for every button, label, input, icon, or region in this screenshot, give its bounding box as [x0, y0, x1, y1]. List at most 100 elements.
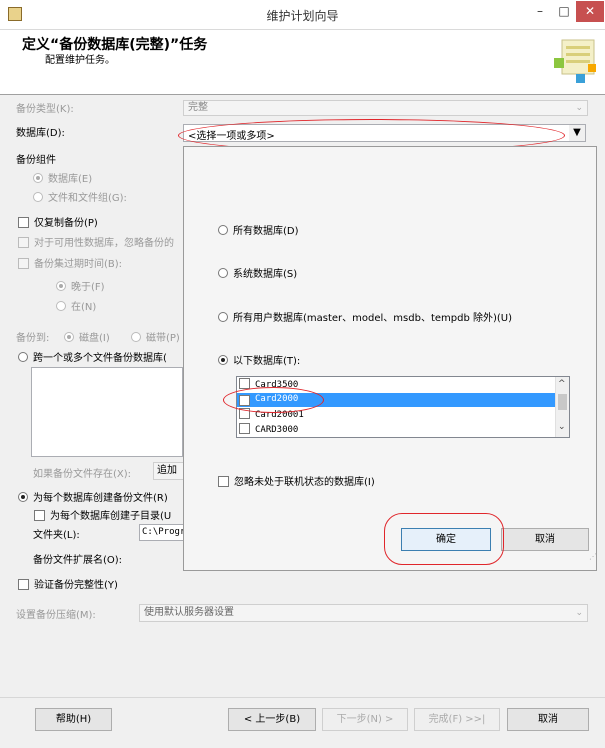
component-database-option[interactable]: 数据库(E): [33, 170, 92, 185]
scroll-thumb[interactable]: [558, 394, 567, 410]
wizard-banner-icon: [554, 39, 596, 83]
radio-icon: [33, 173, 43, 183]
back-button[interactable]: < 上一步(B): [228, 708, 316, 731]
component-files-label: 文件和文件组(G):: [48, 193, 127, 204]
window-title: 维护计划向导: [266, 9, 339, 23]
backup-to-label: 备份到:: [16, 333, 50, 344]
radio-icon: [218, 225, 228, 235]
list-item[interactable]: CARD3000: [237, 423, 555, 437]
copy-only-checkbox[interactable]: 仅复制备份(P): [18, 214, 98, 229]
radio-icon: [218, 355, 228, 365]
highlight-rounded-rect: [384, 513, 504, 565]
verify-checkbox[interactable]: 验证备份完整性(Y): [18, 576, 118, 591]
on-label: 在(N): [71, 302, 97, 313]
chevron-down-icon: ⌄: [575, 608, 583, 618]
title-bar: 维护计划向导 – □ ✕: [0, 0, 605, 30]
radio-icon: [218, 312, 228, 322]
highlight-oval: [223, 387, 324, 413]
if-exists-value: 追加: [157, 465, 177, 476]
on-option[interactable]: 在(N): [56, 298, 96, 313]
next-button[interactable]: 下一步(N) >: [322, 708, 408, 731]
folder-label: 文件夹(L):: [33, 530, 80, 541]
wizard-footer: 帮助(H) < 上一步(B) 下一步(N) > 完成(F) >>| 取消: [0, 697, 605, 748]
dropdown-arrow-icon[interactable]: ▼: [569, 125, 585, 141]
component-database-label: 数据库(E): [48, 174, 93, 185]
radio-icon: [56, 301, 66, 311]
expire-label: 备份集过期时间(B):: [34, 259, 123, 270]
checkbox-icon: [18, 579, 29, 590]
radio-icon: [131, 332, 141, 342]
ignore-offline-checkbox[interactable]: 忽略未处于联机状态的数据库(I): [218, 473, 375, 488]
chevron-down-icon[interactable]: ⌄: [558, 422, 566, 432]
per-db-subdir-checkbox[interactable]: 为每个数据库创建子目录(U: [34, 507, 171, 522]
checkbox-icon: [218, 476, 229, 487]
checkbox-icon: [18, 258, 29, 269]
verify-label: 验证备份完整性(Y): [34, 580, 118, 591]
tape-option[interactable]: 磁带(P): [131, 329, 180, 344]
after-option[interactable]: 晚于(F): [56, 278, 105, 293]
option-all-databases[interactable]: 所有数据库(D): [218, 222, 299, 237]
database-label: 数据库(D):: [16, 128, 65, 139]
compression-label: 设置备份压缩(M):: [16, 610, 96, 621]
option-these-databases[interactable]: 以下数据库(T):: [218, 352, 300, 367]
checkbox-icon: [18, 237, 29, 248]
checkbox-icon[interactable]: [239, 423, 250, 434]
compression-value: 使用默认服务器设置: [144, 607, 234, 618]
option-all-label: 所有数据库(D): [233, 226, 299, 237]
disk-label: 磁盘(I): [79, 333, 110, 344]
checkbox-icon: [18, 217, 29, 228]
backup-type-value: 完整: [188, 102, 208, 113]
minimize-button[interactable]: –: [528, 1, 552, 22]
backup-type-dropdown[interactable]: 完整 ⌄: [183, 100, 588, 116]
maximize-button[interactable]: □: [552, 1, 576, 22]
option-system-label: 系统数据库(S): [233, 269, 298, 280]
main-scrollbar[interactable]: [597, 96, 605, 696]
across-files-label: 跨一个或多个文件备份数据库(: [33, 353, 167, 364]
radio-icon: [64, 332, 74, 342]
radio-icon: [33, 192, 43, 202]
radio-icon: [18, 492, 28, 502]
close-button[interactable]: ✕: [576, 1, 604, 22]
wizard-header: 定义“备份数据库(完整)”任务 配置维护任务。: [0, 30, 605, 95]
folder-input[interactable]: C:\Progr: [139, 524, 186, 541]
per-db-file-label: 为每个数据库创建备份文件(R): [33, 493, 168, 504]
if-exists-dropdown[interactable]: 追加: [153, 462, 183, 480]
checkbox-icon: [34, 510, 45, 521]
popup-cancel-button[interactable]: 取消: [501, 528, 589, 551]
radio-icon: [56, 281, 66, 291]
ignore-offline-label: 忽略未处于联机状态的数据库(I): [234, 477, 375, 488]
page-subtitle: 配置维护任务。: [45, 55, 115, 66]
help-button[interactable]: 帮助(H): [35, 708, 112, 731]
list-item-label: CARD3000: [255, 425, 299, 435]
extension-label: 备份文件扩展名(O):: [33, 555, 123, 566]
list-scrollbar[interactable]: ^ ⌄: [555, 377, 569, 437]
radio-icon: [218, 268, 228, 278]
checkbox-icon[interactable]: [239, 378, 250, 389]
availability-db-checkbox[interactable]: 对于可用性数据库，忽略备份的: [18, 234, 174, 249]
across-files-option[interactable]: 跨一个或多个文件备份数据库(: [18, 349, 167, 364]
expire-checkbox[interactable]: 备份集过期时间(B):: [18, 255, 122, 270]
option-user-databases[interactable]: 所有用户数据库(master、model、msdb、tempdb 除外)(U): [218, 309, 512, 324]
cancel-button[interactable]: 取消: [507, 708, 589, 731]
component-files-option[interactable]: 文件和文件组(G):: [33, 189, 127, 204]
radio-icon: [18, 352, 28, 362]
compression-dropdown[interactable]: 使用默认服务器设置 ⌄: [139, 604, 588, 622]
per-db-subdir-label: 为每个数据库创建子目录(U: [50, 511, 172, 522]
option-these-label: 以下数据库(T):: [233, 356, 301, 367]
per-db-file-option[interactable]: 为每个数据库创建备份文件(R): [18, 489, 168, 504]
disk-option[interactable]: 磁盘(I): [64, 329, 110, 344]
chevron-up-icon[interactable]: ^: [558, 379, 566, 389]
option-system-databases[interactable]: 系统数据库(S): [218, 265, 297, 280]
availability-db-label: 对于可用性数据库，忽略备份的: [34, 238, 174, 249]
folder-value: C:\Progr: [142, 527, 186, 537]
tape-label: 磁带(P): [146, 333, 180, 344]
resize-grip-icon[interactable]: ⋰: [589, 552, 597, 561]
after-label: 晚于(F): [71, 282, 105, 293]
backup-component-label: 备份组件: [16, 155, 56, 166]
backup-type-label: 备份类型(K):: [16, 104, 74, 115]
option-user-label: 所有用户数据库(master、model、msdb、tempdb 除外)(U): [233, 313, 513, 324]
copy-only-label: 仅复制备份(P): [34, 218, 98, 229]
if-exists-label: 如果备份文件存在(X):: [33, 469, 132, 480]
backup-files-list[interactable]: [31, 367, 183, 457]
finish-button[interactable]: 完成(F) >>|: [414, 708, 500, 731]
